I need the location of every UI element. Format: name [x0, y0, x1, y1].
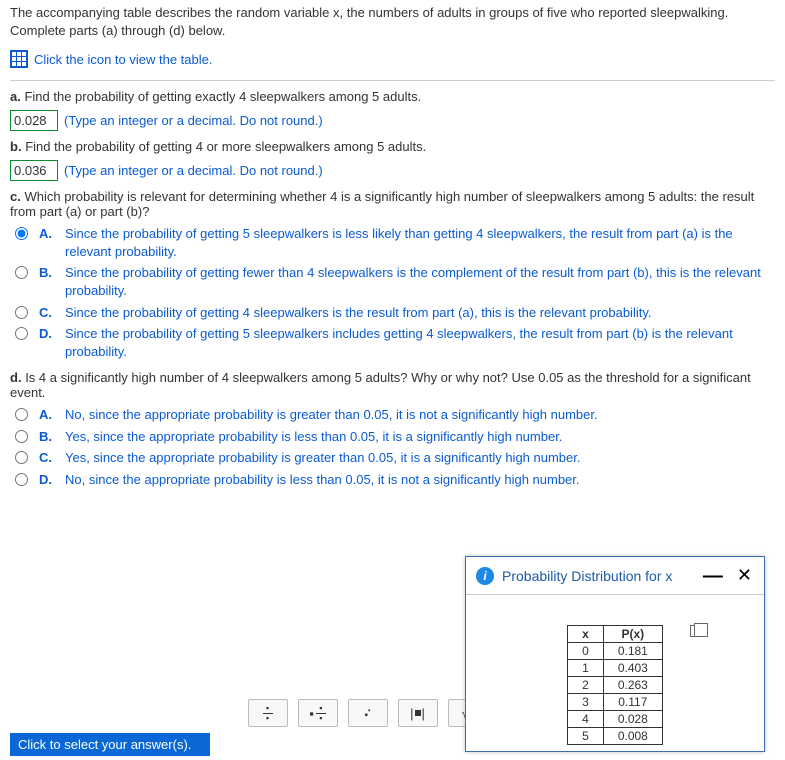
- part-c-text: Which probability is relevant for determ…: [10, 189, 754, 219]
- part-c-label: c.: [10, 189, 21, 204]
- part-a-label: a.: [10, 89, 21, 104]
- minimize-button[interactable]: —: [699, 571, 727, 581]
- info-icon: i: [476, 567, 494, 585]
- part-d-option-c[interactable]: C. Yes, since the appropriate probabilit…: [10, 449, 775, 467]
- part-d-text: Is 4 a significantly high number of 4 sl…: [10, 370, 751, 400]
- copy-icon[interactable]: [690, 625, 702, 637]
- part-a-hint: (Type an integer or a decimal. Do not ro…: [64, 113, 323, 128]
- part-c-option-b[interactable]: B. Since the probability of getting fewe…: [10, 264, 775, 299]
- view-table-link[interactable]: Click the icon to view the table.: [34, 52, 212, 67]
- part-c-option-d[interactable]: D. Since the probability of getting 5 sl…: [10, 325, 775, 360]
- part-a-text: Find the probability of getting exactly …: [24, 89, 421, 104]
- distribution-table: x P(x) 00.181 10.403 20.263 30.117 40.02…: [567, 625, 663, 745]
- part-d-label: d.: [10, 370, 22, 385]
- table-header-x: x: [568, 626, 604, 643]
- table-row: 00.181: [568, 643, 663, 660]
- table-row: 30.117: [568, 694, 663, 711]
- radio-d-d[interactable]: [15, 473, 28, 486]
- part-c-question: c. Which probability is relevant for det…: [10, 189, 775, 219]
- popup-title: Probability Distribution for x: [502, 568, 691, 584]
- part-b-text: Find the probability of getting 4 or mor…: [25, 139, 426, 154]
- radio-d-b[interactable]: [15, 430, 28, 443]
- intro-text: The accompanying table describes the ran…: [10, 4, 775, 40]
- part-b-hint: (Type an integer or a decimal. Do not ro…: [64, 163, 323, 178]
- radio-c-d[interactable]: [15, 327, 28, 340]
- close-button[interactable]: ✕: [735, 565, 754, 586]
- table-row: 20.263: [568, 677, 663, 694]
- part-d-option-b[interactable]: B. Yes, since the appropriate probabilit…: [10, 428, 775, 446]
- abs-button[interactable]: [398, 699, 438, 727]
- part-c-option-c[interactable]: C. Since the probability of getting 4 sl…: [10, 304, 775, 322]
- radio-c-c[interactable]: [15, 306, 28, 319]
- table-row: 40.028: [568, 711, 663, 728]
- radio-c-b[interactable]: [15, 266, 28, 279]
- part-a-question: a. Find the probability of getting exact…: [10, 89, 775, 104]
- distribution-popup: i Probability Distribution for x — ✕ x P…: [465, 556, 765, 752]
- part-b-question: b. Find the probability of getting 4 or …: [10, 139, 775, 154]
- table-header-px: P(x): [603, 626, 662, 643]
- radio-c-a[interactable]: [15, 227, 28, 240]
- status-bar: Click to select your answer(s).: [10, 733, 210, 756]
- fraction-button[interactable]: ▪▪: [248, 699, 288, 727]
- radio-d-c[interactable]: [15, 451, 28, 464]
- table-icon[interactable]: [10, 50, 28, 68]
- part-d-question: d. Is 4 a significantly high number of 4…: [10, 370, 775, 400]
- part-b-label: b.: [10, 139, 22, 154]
- table-row: 50.008: [568, 728, 663, 745]
- separator: [10, 80, 775, 81]
- part-d-option-d[interactable]: D. No, since the appropriate probability…: [10, 471, 775, 489]
- mixed-fraction-button[interactable]: ▪▪▪: [298, 699, 338, 727]
- exponent-button[interactable]: ▪▪: [348, 699, 388, 727]
- part-d-options: A. No, since the appropriate probability…: [10, 406, 775, 488]
- part-d-option-a[interactable]: A. No, since the appropriate probability…: [10, 406, 775, 424]
- part-c-option-a[interactable]: A. Since the probability of getting 5 sl…: [10, 225, 775, 260]
- table-row: 10.403: [568, 660, 663, 677]
- part-b-input[interactable]: [10, 160, 58, 181]
- radio-d-a[interactable]: [15, 408, 28, 421]
- part-a-input[interactable]: [10, 110, 58, 131]
- part-c-options: A. Since the probability of getting 5 sl…: [10, 225, 775, 360]
